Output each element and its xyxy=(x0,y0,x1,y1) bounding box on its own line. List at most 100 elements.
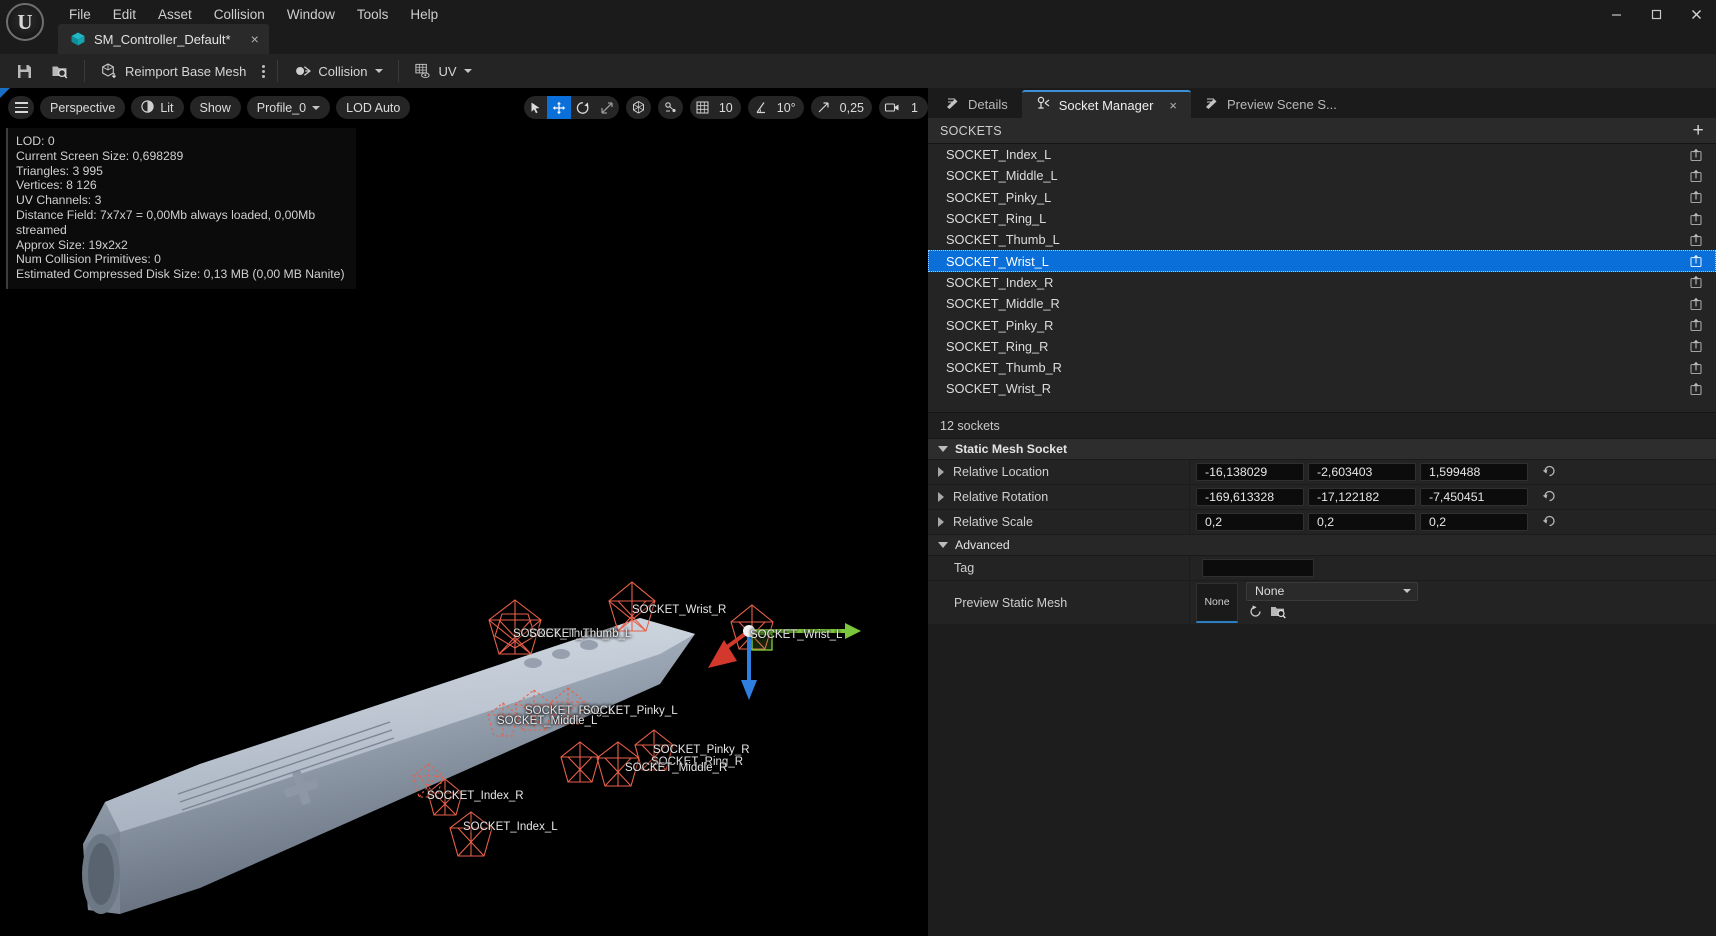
scale-z-input[interactable]: 0,2 xyxy=(1420,513,1528,531)
scale-snap-value[interactable]: 0,25 xyxy=(836,96,872,119)
list-item[interactable]: SOCKET_Index_R xyxy=(928,272,1716,293)
rotate-gizmo-icon[interactable] xyxy=(571,96,595,119)
location-z-input[interactable]: 1,599488 xyxy=(1420,463,1528,481)
world-coordinate-icon[interactable] xyxy=(626,96,651,119)
surface-snap-icon[interactable] xyxy=(658,96,683,119)
list-item-selected[interactable]: SOCKET_Wrist_L xyxy=(928,250,1716,272)
socket-export-icon[interactable] xyxy=(1690,382,1704,396)
location-x-input[interactable]: -16,138029 xyxy=(1196,463,1304,481)
socket-export-icon[interactable] xyxy=(1690,297,1704,311)
relative-location-label-cell[interactable]: Relative Location xyxy=(928,459,1190,485)
viewport-show-button[interactable]: Show xyxy=(189,96,241,119)
list-item[interactable]: SOCKET_Pinky_R xyxy=(928,314,1716,335)
unreal-logo-icon[interactable]: U xyxy=(6,3,44,41)
socket-export-icon[interactable] xyxy=(1690,233,1704,247)
scale-y-input[interactable]: 0,2 xyxy=(1308,513,1416,531)
list-item[interactable]: SOCKET_Thumb_L xyxy=(928,229,1716,250)
chevron-right-icon[interactable] xyxy=(938,492,944,502)
viewport-profile-button[interactable]: Profile_0 xyxy=(246,96,331,119)
socket-export-icon[interactable] xyxy=(1690,212,1704,226)
collision-button[interactable]: Collision xyxy=(286,58,389,84)
toolbar-collision-group: Collision xyxy=(278,54,397,88)
tag-input[interactable] xyxy=(1202,559,1314,577)
scale-gizmo-icon[interactable] xyxy=(595,96,619,119)
move-gizmo-icon[interactable] xyxy=(546,96,571,119)
tab-preview-scene-settings[interactable]: Preview Scene S... xyxy=(1191,90,1351,118)
angle-snap-value[interactable]: 10° xyxy=(773,96,804,119)
socket-name: SOCKET_Middle_L xyxy=(946,168,1058,184)
list-item[interactable]: SOCKET_Index_L xyxy=(928,144,1716,165)
browse-content-button[interactable] xyxy=(44,58,76,84)
uv-button[interactable]: UV xyxy=(407,58,479,84)
camera-speed-icon[interactable] xyxy=(879,96,905,119)
grid-snap-icon[interactable] xyxy=(690,96,715,119)
section-advanced[interactable]: Advanced xyxy=(928,535,1716,556)
kebab-icon[interactable] xyxy=(257,64,269,78)
menu-collision[interactable]: Collision xyxy=(203,3,276,26)
tab-details[interactable]: Details xyxy=(932,90,1022,118)
relative-scale-label-cell[interactable]: Relative Scale xyxy=(928,509,1190,535)
list-item[interactable]: SOCKET_Pinky_L xyxy=(928,187,1716,208)
socket-export-icon[interactable] xyxy=(1690,148,1704,162)
socket-export-icon[interactable] xyxy=(1690,361,1704,375)
list-item[interactable]: SOCKET_Ring_R xyxy=(928,336,1716,357)
socket-export-icon[interactable] xyxy=(1690,169,1704,183)
location-y-input[interactable]: -2,603403 xyxy=(1308,463,1416,481)
preview-mesh-combo[interactable]: None xyxy=(1246,581,1418,601)
relative-rotation-label-cell[interactable]: Relative Rotation xyxy=(928,484,1190,510)
scale-x-input[interactable]: 0,2 xyxy=(1196,513,1304,531)
list-item[interactable]: SOCKET_Ring_L xyxy=(928,208,1716,229)
viewport-lod-button[interactable]: LOD Auto xyxy=(336,96,411,119)
socket-export-icon[interactable] xyxy=(1690,339,1704,353)
viewport-menu-icon[interactable] xyxy=(8,96,34,119)
viewport-view-mode-button[interactable]: Perspective xyxy=(40,96,126,119)
socket-label: SOCKET_Index_L xyxy=(463,821,558,833)
tab-label: Preview Scene S... xyxy=(1227,96,1337,112)
angle-snap-icon[interactable] xyxy=(748,96,773,119)
tab-socket-manager[interactable]: Socket Manager × xyxy=(1021,90,1192,118)
socket-export-icon[interactable] xyxy=(1690,190,1704,204)
save-button[interactable] xyxy=(8,58,40,84)
reimport-base-mesh-button[interactable]: Reimport Base Mesh xyxy=(93,58,253,84)
grid-snap-value[interactable]: 10 xyxy=(715,96,741,119)
rotation-x-input[interactable]: -169,613328 xyxy=(1196,488,1304,506)
close-icon[interactable]: × xyxy=(1169,98,1177,113)
list-item[interactable]: SOCKET_Middle_R xyxy=(928,293,1716,314)
list-item[interactable]: SOCKET_Thumb_R xyxy=(928,357,1716,378)
socket-export-icon[interactable] xyxy=(1690,254,1704,268)
property-label: Relative Scale xyxy=(953,515,1033,529)
socket-list[interactable]: SOCKET_Index_L SOCKET_Middle_L SOCKET_Pi… xyxy=(928,144,1716,412)
list-item[interactable]: SOCKET_Wrist_R xyxy=(928,378,1716,399)
revert-arrow-icon[interactable] xyxy=(1542,514,1556,531)
use-selected-asset-icon[interactable] xyxy=(1248,604,1263,624)
viewport[interactable]: SOCKET_Wrist_R SOCKET_Thumb_R SOCKET_Thu… xyxy=(0,88,928,936)
menu-window[interactable]: Window xyxy=(276,3,346,26)
menu-file[interactable]: File xyxy=(58,3,102,26)
viewport-focus-marker xyxy=(0,88,10,98)
toolbar-uv-group: UV xyxy=(399,54,487,88)
menu-tools[interactable]: Tools xyxy=(346,3,400,26)
plus-icon[interactable]: + xyxy=(1689,121,1708,140)
menu-help[interactable]: Help xyxy=(399,3,449,26)
socket-export-icon[interactable] xyxy=(1690,275,1704,289)
rotation-z-input[interactable]: -7,450451 xyxy=(1420,488,1528,506)
chevron-right-icon[interactable] xyxy=(938,467,944,477)
chevron-right-icon[interactable] xyxy=(938,517,944,527)
asset-tab-sm-controller-default[interactable]: SM_Controller_Default* × xyxy=(58,24,269,54)
menu-asset[interactable]: Asset xyxy=(147,3,203,26)
scale-snap-icon[interactable] xyxy=(811,96,836,119)
menu-edit[interactable]: Edit xyxy=(102,3,147,26)
socket-export-icon[interactable] xyxy=(1690,318,1704,332)
list-item[interactable]: SOCKET_Middle_L xyxy=(928,165,1716,186)
camera-speed-value[interactable]: 1 xyxy=(905,96,928,119)
preview-mesh-thumbnail[interactable]: None xyxy=(1196,582,1238,623)
cursor-select-icon[interactable] xyxy=(524,96,547,119)
viewport-lighting-button[interactable]: Lit xyxy=(131,96,184,119)
section-static-mesh-socket[interactable]: Static Mesh Socket xyxy=(928,439,1716,460)
revert-arrow-icon[interactable] xyxy=(1542,489,1556,506)
revert-arrow-icon[interactable] xyxy=(1542,464,1556,481)
grid-snap-group: 10 xyxy=(689,96,741,119)
browse-asset-icon[interactable] xyxy=(1270,604,1287,624)
close-icon[interactable]: × xyxy=(251,31,259,47)
rotation-y-input[interactable]: -17,122182 xyxy=(1308,488,1416,506)
